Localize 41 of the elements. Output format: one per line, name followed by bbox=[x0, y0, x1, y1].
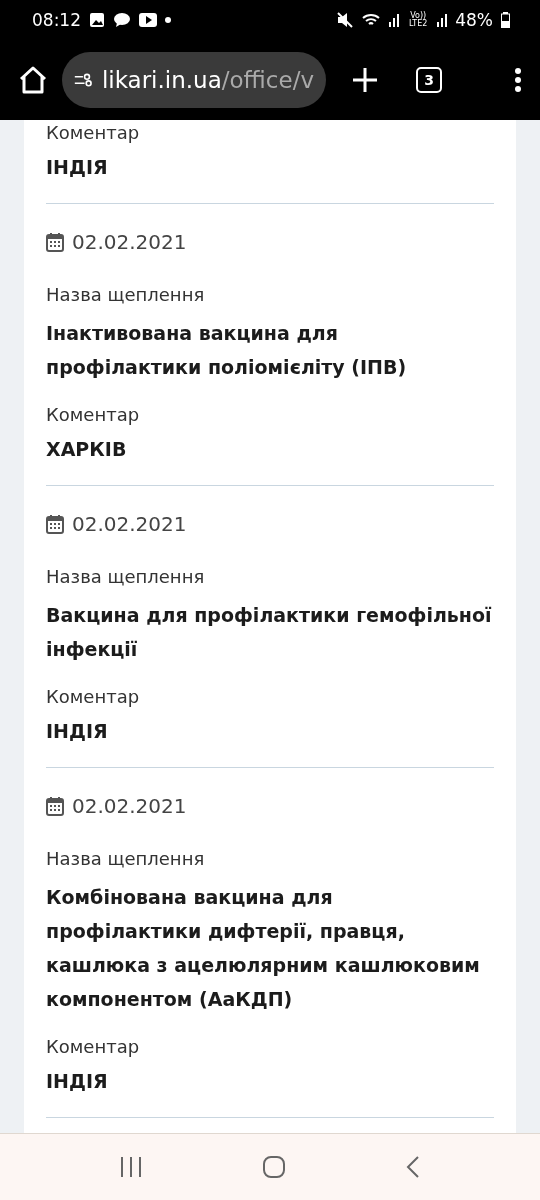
comment-label: Коментар bbox=[46, 121, 141, 145]
tab-count[interactable]: 3 bbox=[416, 67, 442, 93]
menu-icon bbox=[514, 67, 522, 93]
home-icon bbox=[18, 65, 48, 95]
comment-label: Коментар bbox=[46, 1035, 141, 1059]
comment-label: Коментар bbox=[46, 403, 141, 427]
play-icon bbox=[139, 13, 157, 27]
vaccine-name-label: Назва щеплення bbox=[46, 283, 206, 307]
site-settings-icon bbox=[74, 71, 92, 89]
battery-icon bbox=[501, 12, 510, 28]
network-label: Vo)) LTE2 bbox=[408, 12, 429, 28]
vaccine-name-label: Назва щеплення bbox=[46, 847, 206, 871]
calendar-icon bbox=[46, 232, 64, 252]
back-icon bbox=[406, 1155, 420, 1179]
comment-value: ІНДІЯ bbox=[46, 155, 109, 180]
vaccination-date: 02.02.2021 bbox=[72, 794, 187, 818]
comment-value: ІНДІЯ bbox=[46, 1069, 109, 1094]
plus-icon bbox=[352, 67, 378, 93]
vaccine-name: Інактивована вакцина для профілактики поліомієліту (ІПВ) bbox=[46, 321, 408, 380]
status-time: 08:12 bbox=[32, 10, 81, 30]
recent-apps-icon bbox=[120, 1156, 142, 1178]
vaccination-date: 02.02.2021 bbox=[72, 230, 187, 254]
calendar-icon bbox=[46, 514, 64, 534]
comment-value: ХАРКІВ bbox=[46, 437, 128, 462]
comment-label: Коментар bbox=[46, 685, 141, 709]
vaccination-date: 02.02.2021 bbox=[72, 512, 187, 536]
address-field[interactable]: likari.in.ua/office/v bbox=[62, 52, 326, 108]
vaccine-name: Вакцина для профілактики гемофільної інфекції bbox=[46, 603, 493, 662]
home-button-icon bbox=[262, 1155, 286, 1179]
image-icon bbox=[89, 12, 105, 28]
vaccine-name: Комбінована вакцина для профілактики дифтерії, правця, кашлюка з ацелюлярним кашлюковим компонентом (АаКДП) bbox=[46, 885, 481, 1012]
dot-icon bbox=[165, 17, 171, 23]
mute-icon bbox=[337, 12, 354, 28]
chat-icon bbox=[113, 12, 131, 28]
comment-value: ІНДІЯ bbox=[46, 719, 109, 744]
vaccine-name-label: Назва щеплення bbox=[46, 565, 206, 589]
signal-icon bbox=[389, 13, 400, 27]
calendar-icon bbox=[46, 796, 64, 816]
wifi-icon bbox=[361, 12, 382, 28]
signal-icon bbox=[437, 13, 448, 27]
battery-percent: 48% bbox=[455, 10, 493, 30]
